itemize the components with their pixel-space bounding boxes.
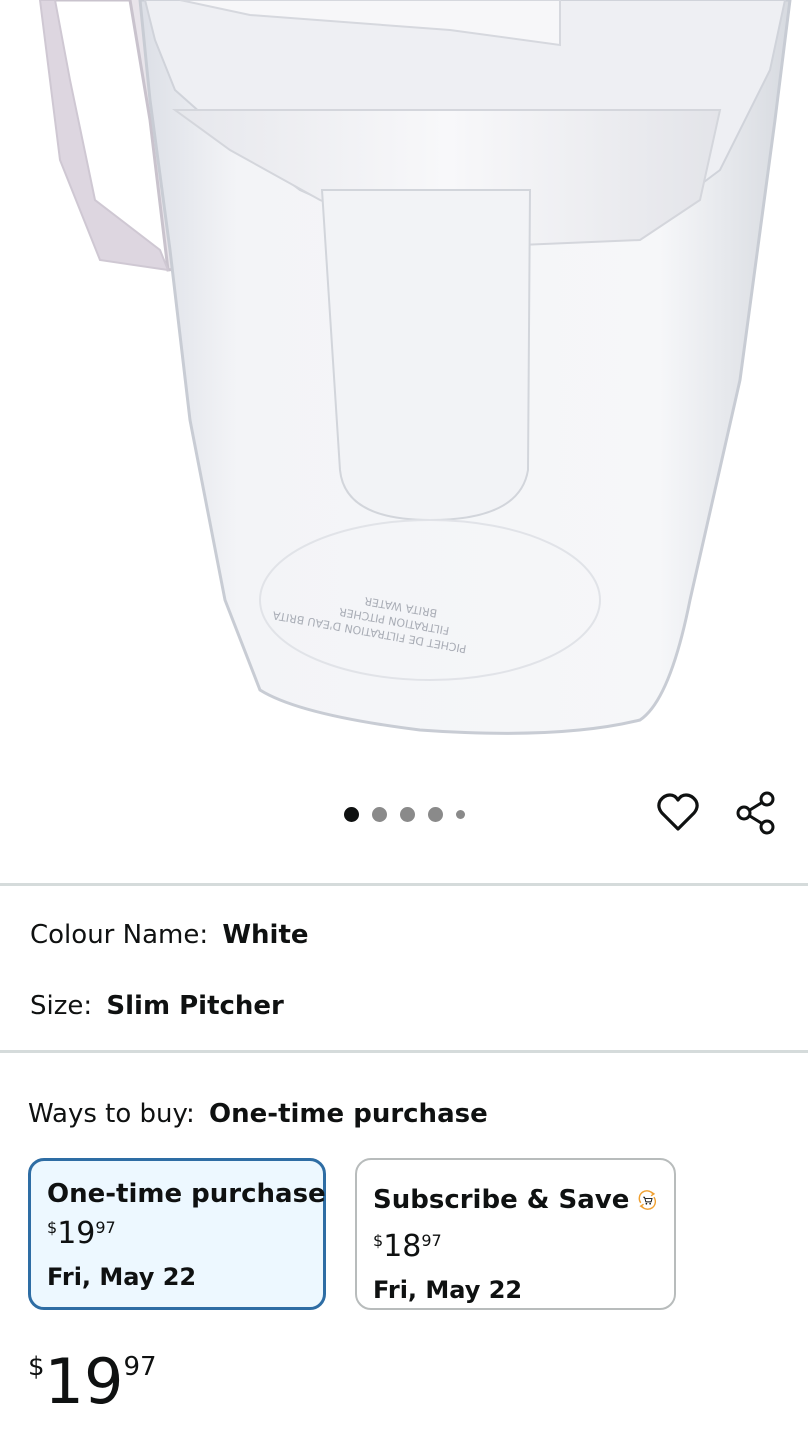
delivery-date: Fri, May 22 <box>47 1263 197 1291</box>
option-title: One-time purchase <box>47 1179 326 1209</box>
price-whole: 18 <box>383 1229 422 1264</box>
colour-value: White <box>222 920 309 950</box>
one-time-purchase-option[interactable]: One-time purchase $1997 Fri, May 22 <box>28 1158 326 1310</box>
carousel-dot[interactable] <box>399 806 415 822</box>
price-cents: 97 <box>95 1218 116 1237</box>
delivery-date: Fri, May 22 <box>373 1276 523 1304</box>
price-whole: 19 <box>57 1216 96 1251</box>
option-price: $1997 <box>47 1219 307 1249</box>
option-title-row: Subscribe & Save <box>373 1178 658 1222</box>
price-symbol: $ <box>47 1218 58 1237</box>
heart-outline-icon <box>657 793 699 831</box>
price-cents: 97 <box>421 1231 442 1250</box>
subscribe-cart-icon <box>638 1190 657 1210</box>
option-price: $1897 <box>373 1232 658 1262</box>
option-title: Subscribe & Save <box>373 1185 630 1215</box>
carousel-dot[interactable] <box>343 806 359 822</box>
carousel-dot[interactable] <box>455 809 465 819</box>
section-divider <box>0 1050 808 1053</box>
price-symbol: $ <box>373 1231 384 1250</box>
product-price: $1997 <box>28 1351 157 1428</box>
add-to-wishlist-button[interactable] <box>655 790 701 836</box>
section-divider <box>0 883 808 886</box>
ways-to-buy-label: Ways to buy: <box>28 1099 195 1129</box>
carousel-dot[interactable] <box>427 806 443 822</box>
product-image[interactable]: BRITA WATER FILTRATION PITCHER PICHET DE… <box>0 0 808 760</box>
price-symbol: $ <box>28 1352 45 1382</box>
water-pitcher-image: BRITA WATER FILTRATION PITCHER PICHET DE… <box>38 0 792 735</box>
size-attribute[interactable]: Size: Slim Pitcher <box>30 991 284 1021</box>
colour-label: Colour Name: <box>30 920 209 950</box>
subscribe-and-save-option[interactable]: Subscribe & Save $1897 Fri, May 22 <box>355 1158 676 1310</box>
ways-to-buy-selected: One-time purchase <box>209 1099 488 1129</box>
carousel-dot[interactable] <box>371 806 387 822</box>
size-label: Size: <box>30 991 93 1021</box>
ways-to-buy-heading: Ways to buy: One-time purchase <box>28 1099 488 1129</box>
share-button[interactable] <box>733 790 779 836</box>
size-value: Slim Pitcher <box>106 991 284 1021</box>
share-icon <box>736 791 775 835</box>
price-cents: 97 <box>123 1352 157 1382</box>
price-whole: 19 <box>44 1345 124 1418</box>
colour-attribute[interactable]: Colour Name: White <box>30 920 309 950</box>
